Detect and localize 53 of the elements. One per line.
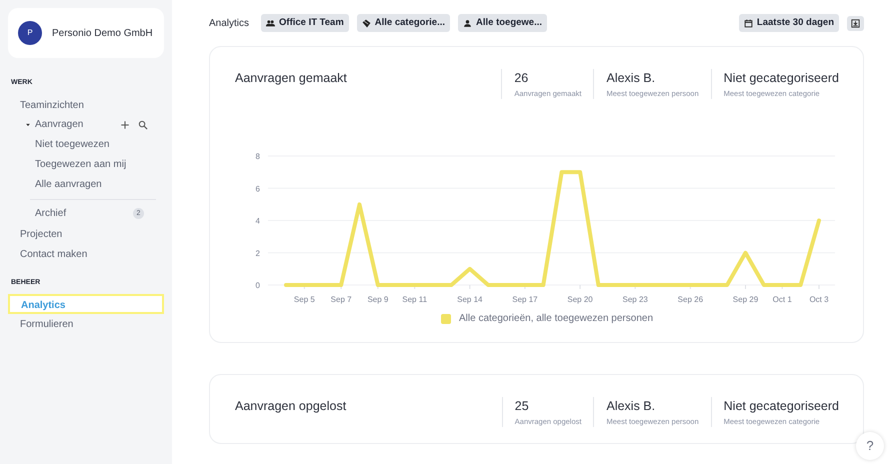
company-name: Personio Demo GmbH bbox=[52, 26, 153, 40]
sidebar-item[interactable]: Teaminzichten bbox=[8, 94, 164, 114]
download-icon bbox=[851, 18, 860, 28]
filter-button[interactable]: Alle categorie... bbox=[356, 14, 450, 32]
x-tick-label: Sep 17 bbox=[512, 295, 538, 304]
y-tick-label: 2 bbox=[256, 249, 260, 258]
page-title: Analytics bbox=[209, 16, 250, 31]
date-range-button[interactable]: Laatste 30 dagen bbox=[738, 14, 839, 32]
sidebar-item[interactable]: Contact maken bbox=[8, 244, 164, 264]
legend-label: Alle categorieën, alle toegewezen personen bbox=[458, 312, 654, 326]
stat-value: Alexis B. bbox=[606, 398, 656, 416]
x-tick-label: Sep 29 bbox=[732, 295, 758, 304]
filter-button[interactable]: Office IT Team bbox=[261, 14, 349, 32]
y-tick-label: 8 bbox=[256, 152, 260, 162]
card-title: Aanvragen opgelost bbox=[235, 398, 348, 416]
x-tick-label: Sep 26 bbox=[678, 295, 704, 304]
caret-icon bbox=[25, 122, 31, 128]
x-tick-label: Sep 11 bbox=[402, 295, 428, 304]
tags-icon bbox=[362, 18, 371, 28]
filter-button[interactable]: Alle toegewe... bbox=[458, 14, 548, 32]
y-tick-label: 0 bbox=[256, 281, 260, 290]
x-tick-label: Oct 1 bbox=[772, 295, 792, 304]
calendar-icon bbox=[744, 18, 753, 28]
stat-value: 25 bbox=[514, 398, 530, 416]
company-avatar: P bbox=[18, 21, 42, 45]
x-tick-label: Sep 5 bbox=[294, 295, 315, 304]
card-title: Aanvragen gemaakt bbox=[235, 70, 348, 88]
sidebar-item[interactable]: Toegewezen aan mij bbox=[8, 154, 164, 174]
sidebar-item[interactable]: Formulieren bbox=[8, 314, 164, 334]
export-button[interactable] bbox=[847, 16, 864, 31]
y-tick-label: 4 bbox=[256, 216, 260, 226]
sidebar-item[interactable]: Analytics bbox=[8, 294, 164, 314]
x-tick-label: Sep 14 bbox=[457, 295, 482, 304]
x-tick-label: Oct 3 bbox=[809, 295, 829, 304]
sidebar-item[interactable]: Alle aanvragen bbox=[8, 174, 164, 194]
help-button[interactable]: ? bbox=[856, 432, 884, 460]
search-icon[interactable] bbox=[138, 120, 148, 130]
plus-icon[interactable] bbox=[120, 120, 130, 130]
company-card[interactable]: P Personio Demo GmbH bbox=[8, 8, 164, 58]
x-tick-label: Sep 20 bbox=[567, 295, 593, 304]
sidebar-item[interactable]: Projecten bbox=[8, 224, 164, 244]
x-tick-label: Sep 9 bbox=[367, 295, 388, 304]
stat-value: Alexis B. bbox=[606, 70, 656, 88]
stat-value: Niet gecategoriseerd bbox=[724, 398, 839, 416]
x-tick-label: Sep 7 bbox=[330, 295, 352, 304]
y-tick-label: 6 bbox=[256, 184, 260, 194]
sidebar-item[interactable]: Aanvragen bbox=[8, 114, 120, 134]
stat-value: 26 bbox=[514, 70, 530, 88]
person-icon bbox=[463, 18, 472, 28]
sidebar-item[interactable]: Niet toegewezen bbox=[8, 134, 164, 154]
stat-value: Niet gecategoriseerd bbox=[724, 70, 839, 88]
people-icon bbox=[266, 18, 276, 28]
x-tick-label: Sep 23 bbox=[622, 295, 648, 304]
